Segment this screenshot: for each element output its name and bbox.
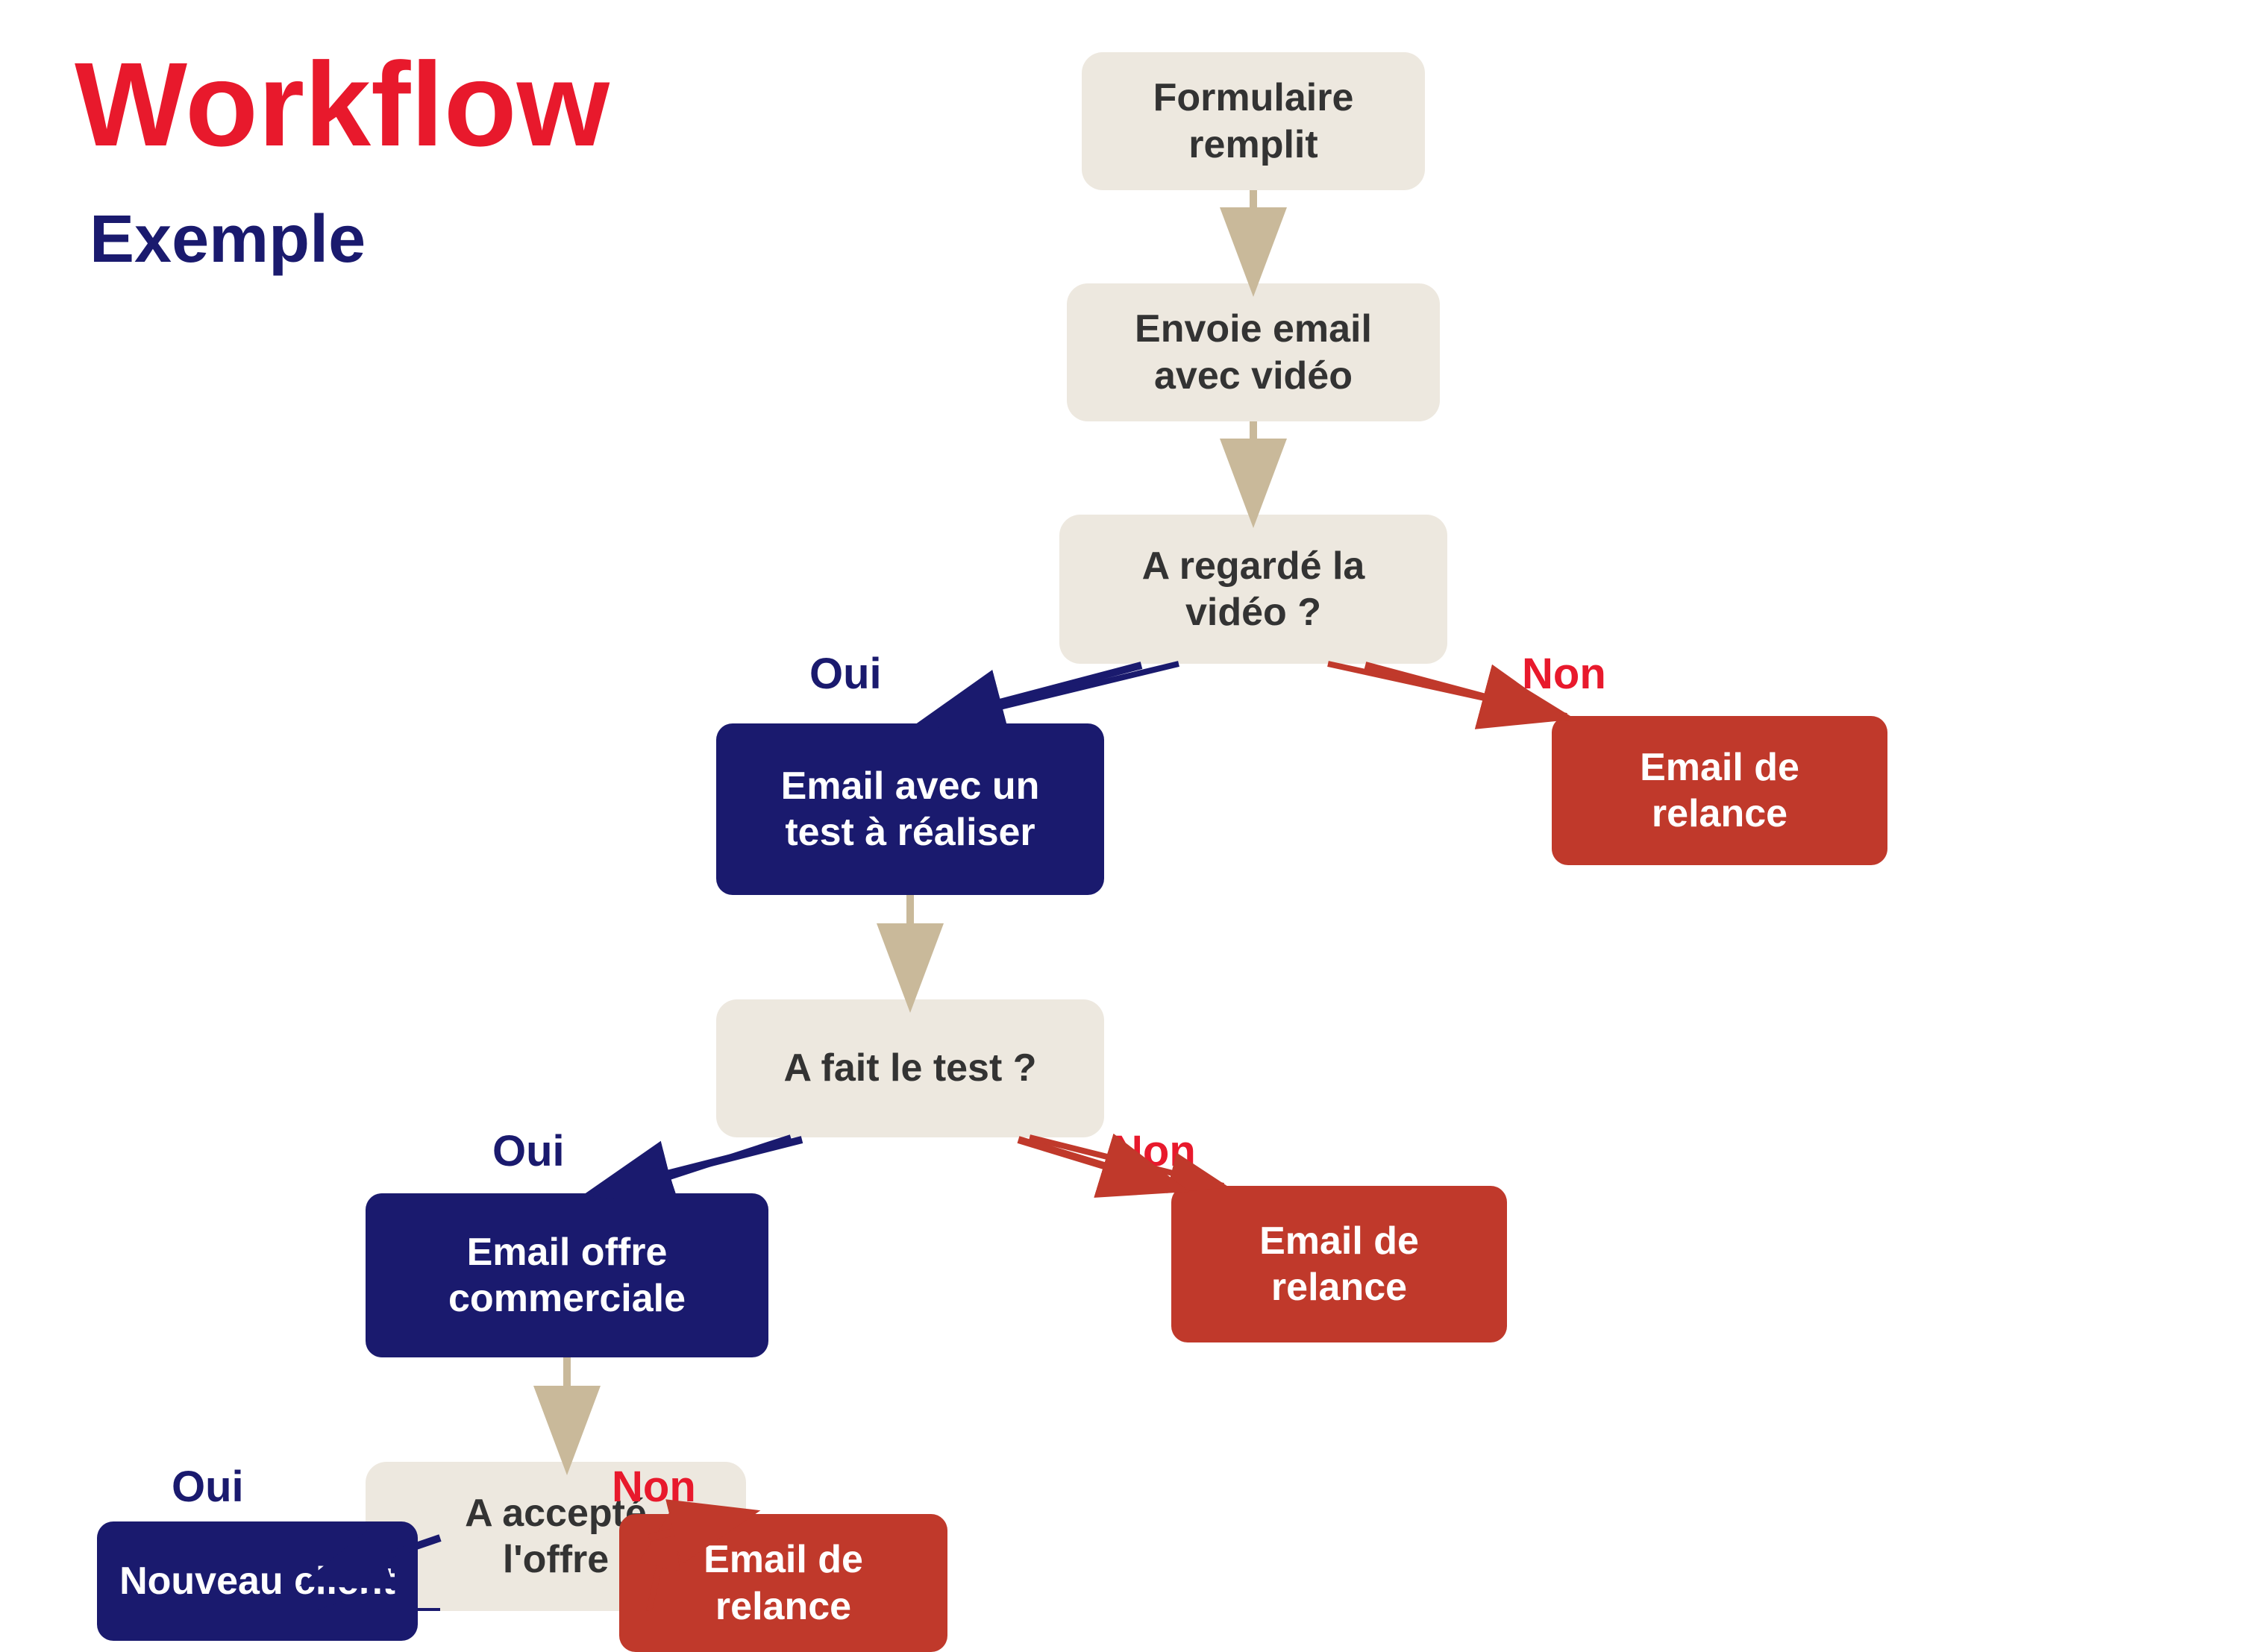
page-title: Workflow <box>75 45 610 164</box>
box-formulaire: Formulaireremplit <box>1082 52 1425 190</box>
label-oui-1: Oui <box>809 649 882 699</box>
box-email-offre: Email offrecommerciale <box>366 1193 768 1357</box>
box-email-relance-3: Email derelance <box>619 1514 947 1652</box>
label-non-2: Non <box>1112 1126 1196 1176</box>
box-a-fait-test: A fait le test ? <box>716 999 1104 1137</box>
page-subtitle: Exemple <box>90 201 366 278</box>
label-non-1: Non <box>1522 649 1606 699</box>
box-email-test: Email avec untest à réaliser <box>716 723 1104 895</box>
label-oui-2: Oui <box>492 1126 565 1176</box>
label-oui-3: Oui <box>172 1462 244 1512</box>
box-email-relance-2: Email derelance <box>1171 1186 1507 1342</box>
box-a-regarde: A regardé lavidéo ? <box>1059 515 1447 664</box>
box-email-relance-1: Email derelance <box>1552 716 1887 865</box>
box-envoie-email: Envoie emailavec vidéo <box>1067 283 1440 421</box>
label-non-3: Non <box>612 1462 696 1512</box>
box-nouveau-client: Nouveau client <box>97 1521 418 1641</box>
